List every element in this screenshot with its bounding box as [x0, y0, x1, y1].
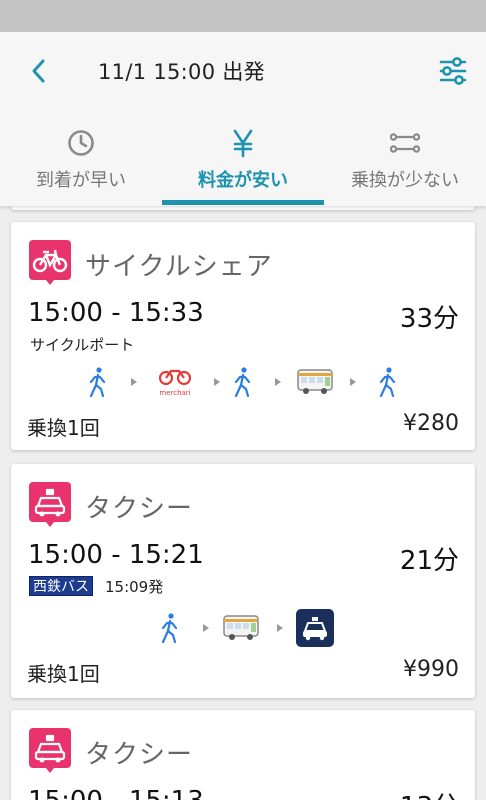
- duration: 13分: [400, 786, 459, 800]
- app-header: 11/1 15:00 出発 到着が早い 料金が安い 乗換が少ない: [0, 32, 486, 206]
- status-bar: [0, 0, 486, 32]
- sort-tabs: 到着が早い 料金が安い 乗換が少ない: [0, 118, 486, 206]
- walk-icon: [161, 613, 178, 644]
- fare: ¥990: [403, 657, 459, 682]
- header-title: 11/1 15:00 出発: [98, 60, 265, 84]
- walk-icon: [234, 367, 251, 398]
- back-button[interactable]: [22, 54, 56, 88]
- walk-icon: [89, 367, 106, 398]
- clock-icon: [68, 130, 94, 156]
- yen-icon: [233, 129, 253, 158]
- route-steps: merchari: [11, 364, 475, 400]
- tab-label: 料金が安い: [198, 170, 288, 191]
- transfer-count: 乗換1回: [27, 416, 100, 440]
- route-card[interactable]: サイクルシェア 15:00 - 15:33 33分 サイクルポート mercha…: [11, 222, 475, 450]
- bicycle-icon: [29, 240, 71, 285]
- mode-name: タクシー: [85, 740, 194, 770]
- time-range: 15:00 - 15:33: [28, 298, 204, 328]
- pickup-note: サイクルポート: [30, 336, 135, 354]
- duration: 21分: [399, 546, 459, 576]
- arrow-right-icon: [203, 624, 209, 632]
- tab-label: 到着が早い: [36, 170, 126, 191]
- active-tab-indicator: [162, 200, 324, 205]
- line-badge: 西鉄バス: [29, 576, 93, 596]
- arrow-right-icon: [350, 378, 356, 386]
- route-steps: [11, 609, 475, 647]
- time-range: 15:00 - 15:13: [28, 786, 204, 800]
- taxi-icon: [29, 728, 71, 773]
- tab-cheapest[interactable]: 料金が安い: [162, 118, 324, 206]
- tab-fewest-transfers[interactable]: 乗換が少ない: [324, 118, 486, 206]
- arrow-right-icon: [277, 624, 283, 632]
- arrow-right-icon: [275, 378, 281, 386]
- tab-earliest-arrival[interactable]: 到着が早い: [0, 118, 162, 206]
- chevron-left-icon: [32, 59, 45, 83]
- transfer-count: 乗換1回: [27, 662, 100, 686]
- filter-button[interactable]: [436, 54, 470, 88]
- arrow-right-icon: [131, 378, 137, 386]
- tab-label: 乗換が少ない: [351, 170, 459, 191]
- bus-icon: [297, 369, 333, 394]
- duration: 33分: [399, 304, 459, 334]
- route-card[interactable]: タクシー 15:00 - 15:21 21分 西鉄バス 15:09発 乗換1回 …: [11, 464, 475, 698]
- taxi-icon: [296, 609, 334, 647]
- fare: ¥280: [403, 411, 459, 436]
- walk-icon: [379, 367, 396, 398]
- route-card[interactable]: タクシー 15:00 - 15:13 13分: [11, 710, 475, 800]
- arrow-right-icon: [214, 378, 220, 386]
- transfer-icon: [390, 133, 420, 153]
- mode-name: サイクルシェア: [85, 252, 273, 282]
- departure-time: 15:09発: [105, 578, 164, 596]
- bus-icon: [223, 615, 259, 640]
- merchari-icon: merchari: [158, 369, 192, 397]
- time-range: 15:00 - 15:21: [28, 540, 204, 570]
- mode-name: タクシー: [85, 494, 194, 524]
- taxi-icon: [29, 482, 71, 527]
- sliders-icon: [439, 57, 467, 85]
- merchari-label: merchari: [159, 389, 190, 397]
